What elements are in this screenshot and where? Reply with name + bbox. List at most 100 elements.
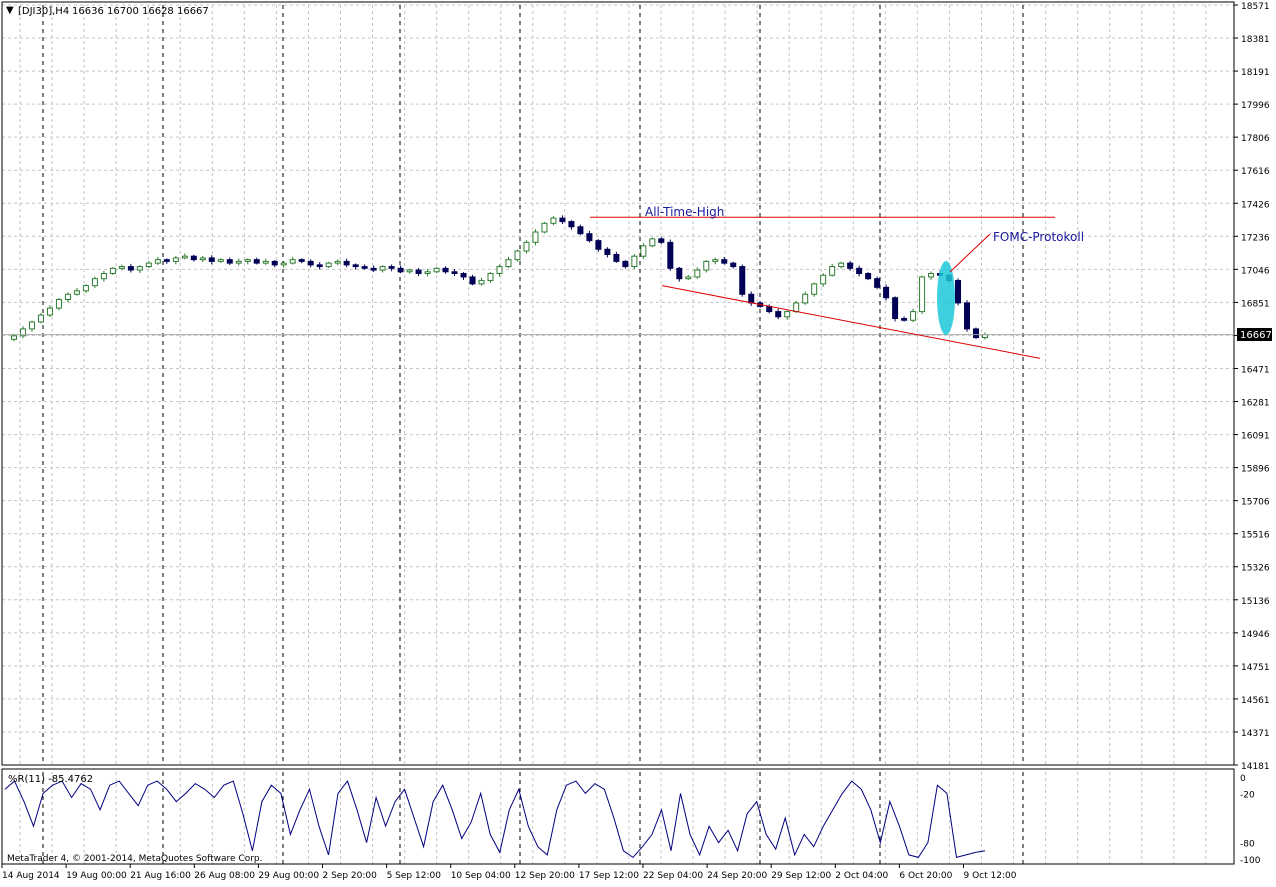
all-time-high-label: All-Time-High bbox=[645, 205, 724, 219]
candle-body bbox=[469, 276, 476, 285]
candle-body bbox=[532, 231, 539, 243]
candle-body bbox=[622, 260, 629, 268]
candle-body bbox=[550, 217, 557, 224]
candle-body bbox=[100, 273, 107, 280]
candle-body bbox=[793, 302, 800, 313]
candle-body bbox=[910, 311, 917, 321]
y-tick-label: 16851 bbox=[1241, 299, 1270, 309]
candle-body bbox=[316, 264, 323, 268]
candle-body bbox=[325, 262, 332, 268]
candle-body bbox=[406, 269, 413, 273]
osc-tick-label: 0 bbox=[1240, 774, 1246, 784]
candle-body bbox=[721, 259, 728, 264]
fomc-highlight-ellipse[interactable] bbox=[937, 261, 955, 335]
copyright-text: MetaTrader 4, © 2001-2014, MetaQuotes So… bbox=[7, 854, 263, 864]
candle-body bbox=[154, 259, 161, 264]
y-tick-label: 14946 bbox=[1241, 630, 1270, 640]
x-tick-label: 22 Sep 04:00 bbox=[643, 871, 703, 881]
x-tick-label: 12 Sep 20:00 bbox=[515, 871, 575, 881]
candle-body bbox=[289, 259, 296, 264]
y-tick-label: 18191 bbox=[1241, 68, 1270, 78]
candle-body bbox=[424, 271, 431, 275]
x-tick-label: 2 Oct 04:00 bbox=[835, 871, 888, 881]
x-tick-label: 6 Oct 20:00 bbox=[899, 871, 952, 881]
candle-body bbox=[163, 259, 170, 262]
candlestick-chart[interactable]: 18571 18381 18191 17996 17806 17616 17426 17236… bbox=[0, 0, 1276, 883]
candle-body bbox=[640, 245, 647, 257]
candle-body bbox=[973, 328, 980, 339]
x-tick-label: 10 Sep 04:00 bbox=[451, 871, 511, 881]
y-tick-label: 14561 bbox=[1241, 696, 1270, 706]
candle-body bbox=[676, 267, 683, 280]
candle-body bbox=[685, 276, 692, 280]
candle-body bbox=[226, 259, 233, 264]
candle-body bbox=[928, 273, 935, 278]
candle-body bbox=[766, 305, 773, 313]
osc-tick-label: -20 bbox=[1240, 790, 1255, 800]
candle-body bbox=[145, 262, 152, 268]
y-tick-label: 14751 bbox=[1241, 663, 1270, 673]
candle-body bbox=[496, 266, 503, 275]
osc-tick-label: -100 bbox=[1240, 856, 1261, 866]
candle-body bbox=[955, 279, 962, 304]
candle-body bbox=[307, 260, 314, 266]
candle-body bbox=[64, 293, 71, 300]
candle-body bbox=[874, 278, 881, 288]
candle-body bbox=[586, 233, 593, 242]
candle-body bbox=[712, 259, 719, 262]
candle-body bbox=[190, 255, 197, 261]
candle-body bbox=[235, 260, 242, 264]
candle-body bbox=[244, 259, 251, 262]
candle-body bbox=[658, 238, 665, 243]
candle-body bbox=[199, 257, 206, 261]
y-tick-label: 16471 bbox=[1241, 365, 1270, 375]
candle-body bbox=[595, 240, 602, 250]
y-tick-label: 15896 bbox=[1241, 465, 1270, 475]
candle-body bbox=[10, 335, 17, 340]
candle-body bbox=[523, 241, 530, 252]
candle-body bbox=[451, 271, 458, 275]
y-tick-label: 18571 bbox=[1241, 2, 1270, 12]
candle-body bbox=[460, 273, 467, 278]
candle-body bbox=[280, 262, 287, 266]
candle-body bbox=[748, 293, 755, 304]
candle-body bbox=[442, 267, 449, 273]
y-tick-label: 14371 bbox=[1241, 729, 1270, 739]
candle-body bbox=[559, 217, 566, 223]
candle-body bbox=[388, 266, 395, 269]
candle-body bbox=[55, 298, 62, 309]
dropdown-arrow-icon[interactable]: ▼ bbox=[6, 5, 14, 16]
candle-body bbox=[505, 259, 512, 268]
y-tick-label: 16281 bbox=[1241, 399, 1270, 409]
candle-body bbox=[865, 273, 872, 280]
candle-body bbox=[433, 267, 440, 273]
candle-body bbox=[856, 267, 863, 275]
y-tick-label: 18381 bbox=[1241, 35, 1270, 45]
candle-body bbox=[109, 267, 116, 275]
candle-body bbox=[181, 255, 188, 259]
candle-body bbox=[730, 262, 737, 268]
x-tick-label: 29 Sep 12:00 bbox=[771, 871, 831, 881]
x-tick-label: 5 Sep 12:00 bbox=[387, 871, 442, 881]
candle-body bbox=[568, 221, 575, 228]
candle-body bbox=[298, 259, 305, 262]
candle-body bbox=[361, 266, 368, 269]
candle-body bbox=[514, 250, 521, 261]
chart-window[interactable]: 18571 18381 18191 17996 17806 17616 17426 17236… bbox=[0, 0, 1276, 883]
candle-body bbox=[784, 311, 791, 318]
y-tick-label: 17616 bbox=[1241, 167, 1270, 177]
candle-body bbox=[208, 257, 215, 262]
y-tick-label: 17996 bbox=[1241, 101, 1270, 111]
candle-body bbox=[604, 248, 611, 255]
candle-body bbox=[118, 266, 125, 269]
candle-body bbox=[775, 311, 782, 318]
y-tick-label: 15326 bbox=[1241, 564, 1270, 574]
candle-body bbox=[73, 290, 80, 295]
candle-body bbox=[739, 266, 746, 295]
candle-body bbox=[883, 286, 890, 299]
current-price-tag: 16667 bbox=[1237, 328, 1272, 341]
candle-body bbox=[892, 297, 899, 320]
y-tick-label: 16091 bbox=[1241, 432, 1270, 442]
x-tick-label: 9 Oct 12:00 bbox=[964, 871, 1017, 881]
ohlc-readout: 16636 16700 16628 16667 bbox=[72, 6, 209, 17]
